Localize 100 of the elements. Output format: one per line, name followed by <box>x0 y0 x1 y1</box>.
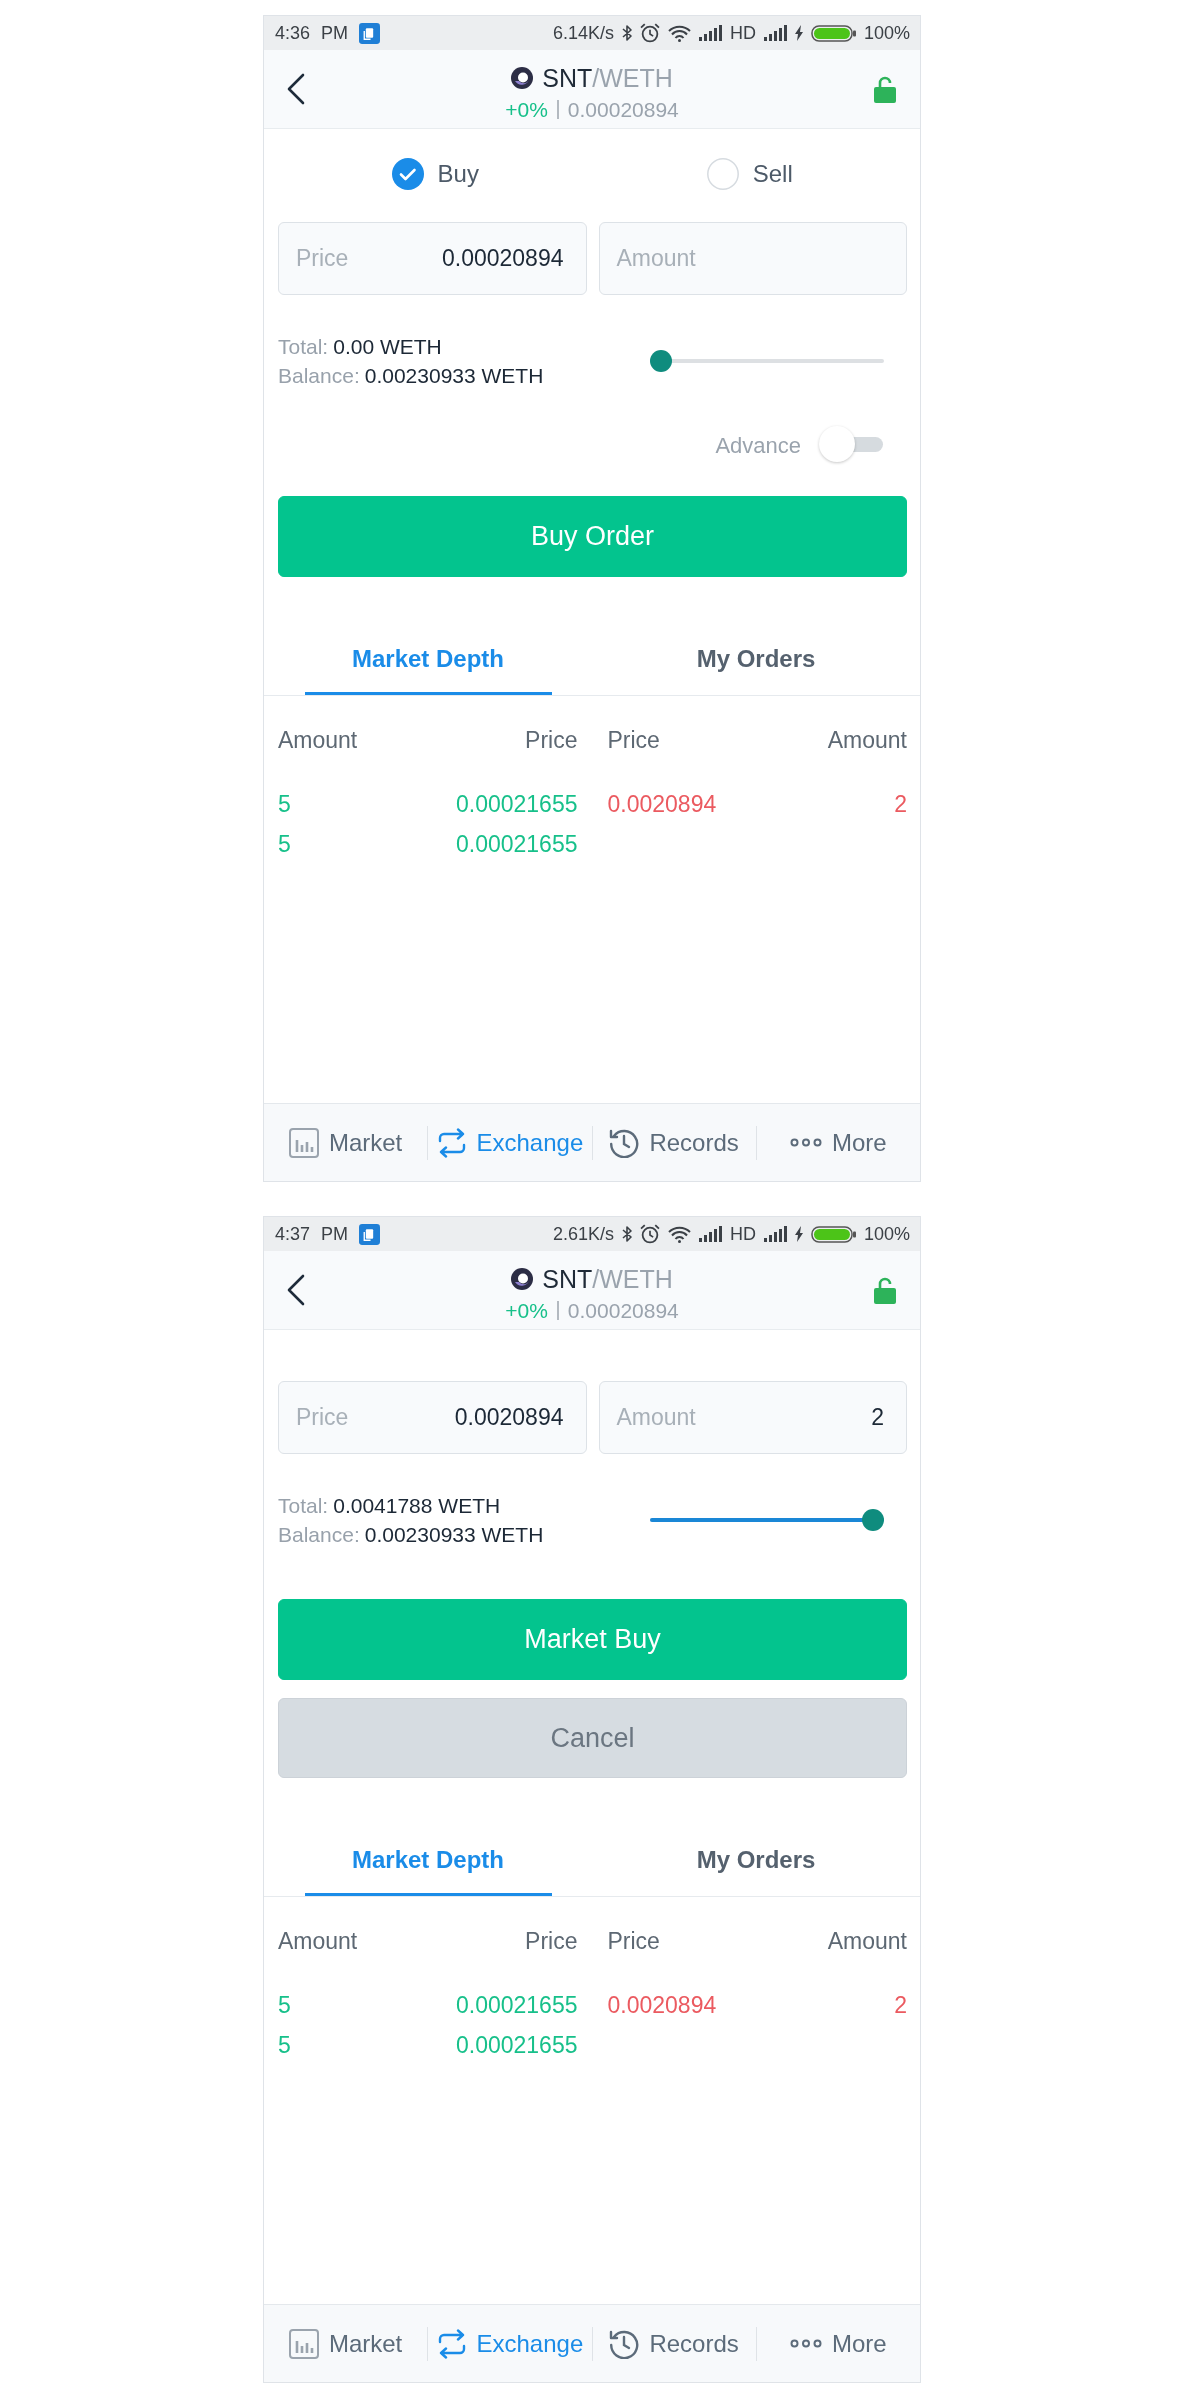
price-change: +0% <box>505 1297 548 1324</box>
bar-chart-icon <box>288 2328 319 2359</box>
column-header: Amount <box>278 725 358 755</box>
balance-value: 0.00230933 WETH <box>364 364 544 387</box>
padlock-icon[interactable] <box>873 75 897 103</box>
alarm-clock-icon <box>639 23 660 43</box>
nav-item[interactable]: Records <box>609 2325 739 2362</box>
bar-chart-icon <box>288 1127 319 1158</box>
last-price: 0.00020894 <box>567 1297 679 1324</box>
network-type: HD <box>729 1222 756 1246</box>
total-label: Total: <box>278 1494 329 1517</box>
app-notification-icon <box>359 22 381 44</box>
quote-symbol: /WETH <box>592 62 673 93</box>
coin-logo-icon <box>511 1267 534 1290</box>
wifi-icon <box>667 1225 691 1243</box>
battery-icon <box>810 1225 856 1243</box>
last-price: 0.00020894 <box>567 96 679 123</box>
base-symbol: SNT <box>542 1263 593 1294</box>
nav-item[interactable]: Records <box>609 1124 739 1161</box>
status-time: 4:36 PM <box>275 21 349 45</box>
nav-item[interactable]: Exchange <box>436 1124 584 1161</box>
balance-label: Balance: <box>278 364 360 387</box>
clock-icon <box>609 1127 640 1158</box>
charging-bolt-icon <box>794 25 803 41</box>
more-icon <box>790 2339 823 2348</box>
total-value: 0.00 WETH <box>333 335 442 358</box>
slider-track[interactable] <box>650 1509 884 1531</box>
nav-item[interactable]: Exchange <box>436 2325 584 2362</box>
column-header: Price <box>607 1926 660 1956</box>
total-label: Total: <box>278 335 329 358</box>
price-change: +0% <box>505 96 548 123</box>
clock-icon <box>609 2328 640 2359</box>
status-time: 4:37 PM <box>275 1222 349 1246</box>
battery-percent: 100% <box>863 1222 910 1246</box>
bid-amount: 5 <box>278 829 291 859</box>
bluetooth-icon <box>621 24 632 42</box>
column-header: Amount <box>278 1926 358 1956</box>
bid-price: 0.00021655 <box>456 789 578 819</box>
input-field[interactable]: Price 0.00020894 <box>278 222 587 295</box>
tab[interactable]: My Orders <box>632 625 880 695</box>
nav-item[interactable]: Market <box>288 2325 403 2362</box>
padlock-icon[interactable] <box>873 1276 897 1304</box>
slider-thumb[interactable] <box>862 1509 884 1531</box>
app-notification-icon <box>359 1223 381 1245</box>
radio-icon[interactable] <box>706 158 739 190</box>
column-header: Price <box>607 725 660 755</box>
back-button[interactable] <box>287 1274 305 1306</box>
column-header: Amount <box>827 725 907 755</box>
balance-value: 0.00230933 WETH <box>364 1523 544 1546</box>
ask-amount: 2 <box>894 789 907 819</box>
alarm-clock-icon <box>639 1224 660 1244</box>
chevron-left-icon <box>287 1274 305 1306</box>
back-button[interactable] <box>287 73 305 105</box>
swap-arrows-icon <box>436 1127 467 1158</box>
nav-item[interactable]: More <box>790 1124 887 1161</box>
quote-symbol: /WETH <box>592 1263 673 1294</box>
base-symbol: SNT <box>542 62 593 93</box>
nav-item[interactable]: Market <box>288 1124 403 1161</box>
total-value: 0.0041788 WETH <box>333 1494 501 1517</box>
battery-percent: 100% <box>863 21 910 45</box>
bid-price: 0.00021655 <box>456 829 578 859</box>
network-speed: 2.61K/s <box>552 1222 614 1246</box>
column-header: Price <box>525 725 578 755</box>
wifi-icon <box>667 24 691 42</box>
more-icon <box>790 1138 823 1147</box>
side-option[interactable]: Buy <box>391 156 479 192</box>
slider-track[interactable] <box>650 350 884 372</box>
slider-thumb[interactable] <box>650 350 672 372</box>
bid-price: 0.00021655 <box>456 2030 578 2060</box>
bid-amount: 5 <box>278 1990 291 2020</box>
battery-icon <box>810 24 856 42</box>
signal-icon <box>763 25 787 41</box>
charging-bolt-icon <box>794 1226 803 1242</box>
signal-icon <box>698 25 722 41</box>
network-type: HD <box>729 21 756 45</box>
tab[interactable]: My Orders <box>632 1826 880 1896</box>
signal-icon <box>698 1226 722 1242</box>
tab[interactable]: Market Depth <box>304 625 552 695</box>
bid-price: 0.00021655 <box>456 1990 578 2020</box>
bid-amount: 5 <box>278 789 291 819</box>
ask-price: 0.0020894 <box>607 1990 717 2020</box>
input-field[interactable]: Amount 2 <box>598 1381 907 1454</box>
input-field[interactable]: Price 0.0020894 <box>278 1381 587 1454</box>
advance-label: Advance <box>715 431 801 460</box>
column-header: Amount <box>827 1926 907 1956</box>
signal-icon <box>763 1226 787 1242</box>
bid-amount: 5 <box>278 2030 291 2060</box>
network-speed: 6.14K/s <box>552 21 614 45</box>
chevron-left-icon <box>287 73 305 105</box>
coin-logo-icon <box>511 66 534 89</box>
balance-label: Balance: <box>278 1523 360 1546</box>
nav-item[interactable]: More <box>790 2325 887 2362</box>
ask-amount: 2 <box>894 1990 907 2020</box>
bluetooth-icon <box>621 1225 632 1243</box>
ask-price: 0.0020894 <box>607 789 717 819</box>
swap-arrows-icon <box>436 2328 467 2359</box>
tab[interactable]: Market Depth <box>304 1826 552 1896</box>
column-header: Price <box>525 1926 578 1956</box>
side-option[interactable]: Sell <box>706 156 793 192</box>
checked-radio-icon[interactable] <box>391 158 424 190</box>
